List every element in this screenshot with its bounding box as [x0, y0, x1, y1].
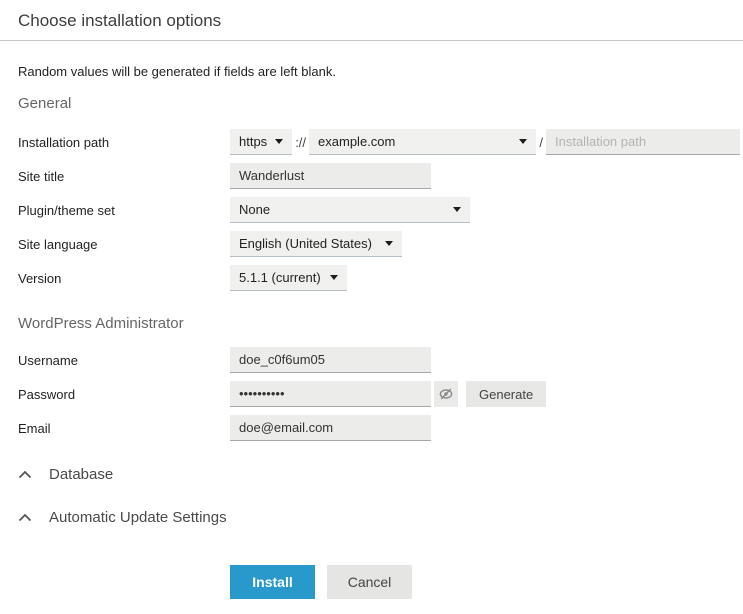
username-row: Username: [18, 347, 725, 373]
site-title-input[interactable]: [230, 163, 431, 189]
automatic-update-settings-label: Automatic Update Settings: [49, 509, 227, 526]
site-language-value: English (United States): [239, 236, 377, 251]
password-label: Password: [18, 387, 230, 402]
chevron-up-icon: [18, 470, 32, 479]
blank-fields-note: Random values will be generated if field…: [18, 64, 725, 79]
installation-path-row: Installation path https :// example.com …: [18, 129, 740, 155]
password-input[interactable]: [230, 381, 431, 407]
title-divider: [0, 40, 743, 41]
cancel-button[interactable]: Cancel: [327, 565, 412, 599]
site-language-row: Site language English (United States): [18, 231, 725, 257]
version-row: Version 5.1.1 (current): [18, 265, 725, 291]
domain-select[interactable]: example.com: [309, 129, 536, 155]
protocol-select[interactable]: https: [230, 129, 292, 155]
password-row: Password Generate: [18, 381, 725, 407]
chevron-down-icon: [519, 139, 527, 144]
version-label: Version: [18, 271, 230, 286]
domain-select-value: example.com: [318, 134, 511, 149]
installation-path-input[interactable]: [546, 129, 740, 155]
chevron-down-icon: [330, 275, 338, 280]
install-button[interactable]: Install: [230, 565, 315, 599]
email-input[interactable]: [230, 415, 431, 441]
version-select[interactable]: 5.1.1 (current): [230, 265, 347, 291]
site-language-select[interactable]: English (United States): [230, 231, 402, 257]
general-form: Installation path https :// example.com …: [18, 129, 725, 291]
generate-password-button[interactable]: Generate: [466, 381, 546, 407]
plugin-theme-set-row: Plugin/theme set None: [18, 197, 725, 223]
site-language-label: Site language: [18, 237, 230, 252]
database-section-label: Database: [49, 466, 113, 483]
protocol-separator: ://: [295, 135, 306, 150]
path-separator: /: [539, 135, 543, 150]
plugin-theme-set-value: None: [239, 202, 445, 217]
dialog-footer: Install Cancel: [230, 565, 725, 599]
database-section-toggle[interactable]: Database: [18, 466, 725, 483]
installation-path-label: Installation path: [18, 135, 230, 150]
show-password-button[interactable]: [434, 381, 458, 407]
eye-off-icon: [438, 386, 454, 402]
site-title-row: Site title: [18, 163, 725, 189]
plugin-theme-set-label: Plugin/theme set: [18, 203, 230, 218]
administrator-form: Username Password Generate Email: [18, 347, 725, 441]
chevron-up-icon: [18, 513, 32, 522]
version-value: 5.1.1 (current): [239, 270, 322, 285]
chevron-down-icon: [385, 241, 393, 246]
email-row: Email: [18, 415, 725, 441]
plugin-theme-set-select[interactable]: None: [230, 197, 470, 223]
chevron-down-icon: [275, 139, 283, 144]
protocol-select-value: https: [239, 134, 267, 149]
username-input[interactable]: [230, 347, 431, 373]
site-title-label: Site title: [18, 169, 230, 184]
general-section-heading: General: [18, 95, 725, 112]
username-label: Username: [18, 353, 230, 368]
install-options-dialog: Choose installation options Random value…: [0, 0, 743, 614]
administrator-section-heading: WordPress Administrator: [18, 315, 725, 332]
page-title: Choose installation options: [0, 0, 743, 40]
email-label: Email: [18, 421, 230, 436]
dialog-body: Random values will be generated if field…: [0, 64, 743, 599]
chevron-down-icon: [453, 207, 461, 212]
automatic-update-settings-toggle[interactable]: Automatic Update Settings: [18, 509, 725, 526]
